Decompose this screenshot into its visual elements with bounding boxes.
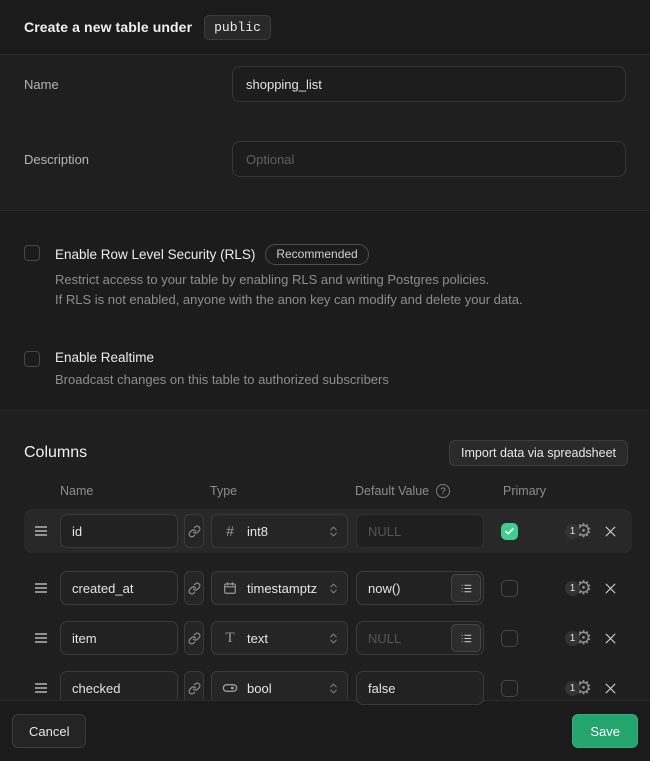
cancel-button[interactable]: Cancel (12, 714, 86, 748)
column-row-id: # int8 1 ⚙ (24, 509, 632, 553)
columns-table-header: Name Type Default Value ? Primary (0, 483, 650, 499)
primary-key-checkbox[interactable] (501, 680, 518, 697)
table-description-input[interactable] (232, 141, 626, 177)
dialog-header: Create a new table under public (0, 0, 650, 55)
default-value-input (356, 514, 484, 548)
column-header-type: Type (210, 484, 355, 498)
default-value-menu-icon[interactable] (451, 574, 481, 602)
text-type-icon: T (222, 630, 238, 647)
hash-icon: # (222, 523, 238, 539)
calendar-icon (222, 581, 238, 595)
column-name-input[interactable] (60, 514, 178, 548)
default-value-input[interactable] (356, 671, 484, 705)
primary-key-checkbox[interactable] (501, 523, 518, 540)
toggle-icon (222, 680, 238, 696)
rls-description-line2: If RLS is not enabled, anyone with the a… (55, 290, 523, 310)
column-name-input[interactable] (60, 571, 178, 605)
columns-section: Columns Import data via spreadsheet Name… (0, 410, 650, 700)
column-type-select[interactable]: # int8 (211, 514, 348, 548)
create-table-dialog: Create a new table under public Name Des… (0, 0, 650, 761)
recommended-badge: Recommended (265, 244, 368, 265)
remove-column-button[interactable] (603, 631, 618, 646)
chevrons-up-down-icon (327, 582, 340, 595)
name-form-row: Name (24, 66, 626, 102)
column-settings-button[interactable]: 1 ⚙ (565, 679, 592, 698)
chevrons-up-down-icon (327, 525, 340, 538)
settings-count-badge: 1 (565, 681, 580, 696)
rls-description-line1: Restrict access to your table by enablin… (55, 270, 523, 290)
description-form-row: Description (24, 141, 626, 177)
remove-column-button[interactable] (603, 681, 618, 696)
column-row-created-at: timestamptz 1 ⚙ (24, 567, 632, 609)
help-icon[interactable]: ? (436, 484, 450, 498)
foreign-key-link-icon[interactable] (184, 571, 204, 605)
settings-count-badge: 1 (565, 581, 580, 596)
column-type-select[interactable]: T text (211, 621, 348, 655)
column-name-input[interactable] (60, 621, 178, 655)
table-details-section: Name Description (0, 55, 650, 210)
realtime-label: Enable Realtime (55, 350, 154, 365)
chevrons-up-down-icon (327, 632, 340, 645)
column-header-default-value: Default Value (355, 484, 429, 498)
foreign-key-link-icon[interactable] (184, 514, 204, 548)
chevrons-up-down-icon (327, 682, 340, 695)
column-header-name: Name (60, 484, 210, 498)
drag-handle-icon[interactable] (34, 525, 48, 537)
settings-count-badge: 1 (565, 631, 580, 646)
table-name-input[interactable] (232, 66, 626, 102)
realtime-description: Broadcast changes on this table to autho… (55, 370, 389, 390)
remove-column-button[interactable] (603, 524, 618, 539)
drag-handle-icon[interactable] (34, 582, 48, 594)
default-value-menu-icon[interactable] (451, 624, 481, 652)
import-spreadsheet-button[interactable]: Import data via spreadsheet (449, 440, 628, 466)
primary-key-checkbox[interactable] (501, 580, 518, 597)
name-label: Name (24, 77, 232, 92)
realtime-block: Enable Realtime Broadcast changes on thi… (24, 350, 626, 390)
schema-badge: public (204, 15, 271, 40)
drag-handle-icon[interactable] (34, 632, 48, 644)
column-settings-button[interactable]: 1 ⚙ (565, 522, 592, 541)
primary-key-checkbox[interactable] (501, 630, 518, 647)
rls-checkbox[interactable] (24, 245, 40, 261)
dialog-title: Create a new table under (24, 19, 192, 35)
columns-title: Columns (24, 444, 87, 462)
settings-count-badge: 1 (565, 524, 580, 539)
column-settings-button[interactable]: 1 ⚙ (565, 629, 592, 648)
remove-column-button[interactable] (603, 581, 618, 596)
rls-block: Enable Row Level Security (RLS) Recommen… (24, 244, 626, 310)
dialog-footer: Cancel Save (0, 700, 650, 761)
column-type-select[interactable]: timestamptz (211, 571, 348, 605)
realtime-checkbox[interactable] (24, 351, 40, 367)
column-row-item: T text 1 ⚙ (24, 617, 632, 659)
drag-handle-icon[interactable] (34, 682, 48, 694)
rls-label: Enable Row Level Security (RLS) (55, 247, 255, 262)
column-settings-button[interactable]: 1 ⚙ (565, 579, 592, 598)
foreign-key-link-icon[interactable] (184, 621, 204, 655)
security-section: Enable Row Level Security (RLS) Recommen… (0, 210, 650, 410)
description-label: Description (24, 152, 232, 167)
save-button[interactable]: Save (572, 714, 638, 748)
column-header-primary: Primary (503, 484, 546, 498)
